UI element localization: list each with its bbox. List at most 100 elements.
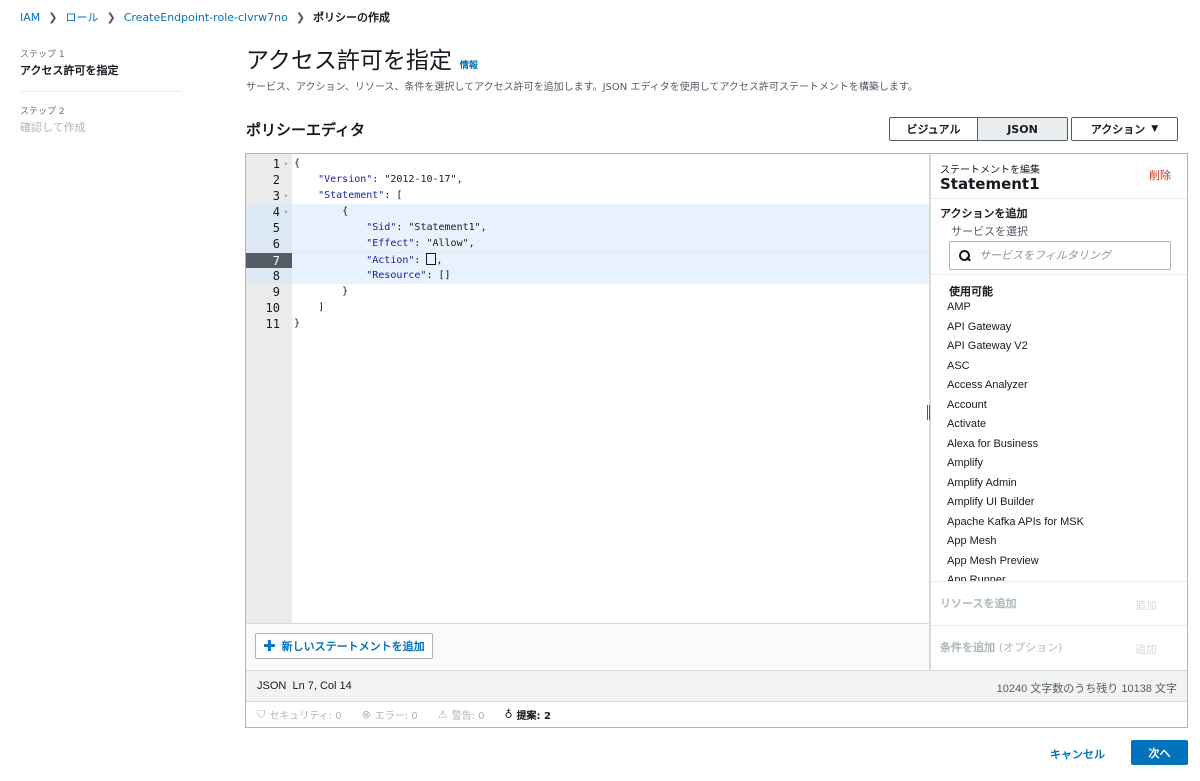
warning-icon: ⚠: [437, 708, 448, 721]
next-button[interactable]: 次へ: [1131, 740, 1188, 765]
service-item[interactable]: App Mesh Preview: [947, 552, 1182, 572]
add-condition-heading: 条件を追加 (オプション): [940, 639, 1062, 655]
service-item[interactable]: Amplify UI Builder: [947, 493, 1182, 513]
breadcrumb-current: ポリシーの作成: [313, 11, 391, 24]
info-link[interactable]: 情報: [460, 58, 478, 71]
service-item[interactable]: Access Analyzer: [947, 376, 1182, 396]
add-statement-bar: ✚ 新しいステートメントを追加: [246, 623, 929, 670]
editor-status-bar: JSON Ln 7, Col 14 10240 文字数のうち残り 10138 文…: [246, 670, 1187, 701]
chevron-right-icon: ❯: [48, 10, 58, 24]
delete-statement-link[interactable]: 削除: [1149, 167, 1171, 183]
text-cursor: [426, 253, 437, 265]
service-item[interactable]: Activate: [947, 415, 1182, 435]
add-condition-label: 条件を追加: [940, 641, 995, 654]
cursor-position: JSON Ln 7, Col 14: [257, 680, 352, 692]
code-line[interactable]: 3 ▾ "Statement": [: [246, 188, 929, 204]
error-count[interactable]: ⊗ エラー: 0: [362, 707, 418, 722]
service-filter-input[interactable]: [979, 249, 1159, 262]
code-text: "Action": ,: [294, 253, 929, 269]
divider: [931, 581, 1187, 582]
service-item[interactable]: App Mesh: [947, 532, 1182, 552]
visual-mode-button[interactable]: ビジュアル: [889, 117, 978, 141]
line-number: 10: [265, 301, 280, 315]
code-line[interactable]: 8 "Resource": []: [246, 268, 929, 284]
edit-statement-label: ステートメントを編集: [940, 165, 1040, 176]
code-line[interactable]: 11 }: [246, 316, 929, 332]
policy-editor: 1 ▾ { 2 "Version": "2012-10-17", 3 ▾ "Stat…: [245, 153, 1188, 728]
cancel-button[interactable]: キャンセル: [1050, 746, 1105, 762]
code-line[interactable]: 10 ]: [246, 300, 929, 316]
code-text: "Version": "2012-10-17",: [318, 174, 463, 185]
security-count[interactable]: ⛉ セキュリティ: 0: [257, 707, 342, 723]
line-number: 6: [246, 236, 292, 252]
line-number: 4 ▾: [246, 204, 292, 220]
breadcrumb-iam[interactable]: IAM: [20, 11, 40, 24]
code-line[interactable]: 1 ▾ {: [246, 156, 929, 172]
plus-icon: ✚: [263, 637, 276, 655]
chevron-right-icon: ❯: [295, 10, 306, 24]
code-text: }: [342, 286, 349, 297]
code-line[interactable]: 5 "Sid": "Statement1",: [246, 220, 929, 236]
service-filter-field[interactable]: [949, 241, 1171, 270]
editor-mode: JSON: [257, 680, 287, 692]
step-divider: [20, 91, 182, 92]
available-heading: 使用可能: [949, 285, 993, 298]
breadcrumb-role-name[interactable]: CreateEndpoint-role-clvrw7no: [124, 11, 288, 24]
code-text: {: [342, 206, 349, 217]
service-item[interactable]: API Gateway V2: [947, 337, 1182, 357]
shield-icon: ⛉: [257, 707, 266, 721]
editor-mode-toggle: ビジュアル JSON: [889, 117, 1068, 141]
add-resource-heading: リソースを追加: [940, 597, 1017, 610]
service-item[interactable]: Account: [947, 396, 1182, 416]
add-resource-button[interactable]: 追加: [1135, 597, 1157, 613]
add-condition-button[interactable]: 追加: [1135, 641, 1157, 657]
line-number: 11: [265, 317, 280, 331]
add-statement-button[interactable]: ✚ 新しいステートメントを追加: [255, 633, 433, 659]
service-item[interactable]: ASC: [947, 357, 1182, 377]
character-count: 10240 文字数のうち残り 10138 文字: [996, 683, 1177, 695]
actions-label: アクション: [1090, 123, 1146, 136]
line-number: 7: [246, 253, 292, 269]
code-line[interactable]: 6 "Effect": "Allow",: [246, 236, 929, 252]
search-icon: [959, 250, 970, 261]
line-number: 3 ▾: [272, 189, 288, 203]
policy-editor-title: ポリシーエディタ: [246, 121, 365, 139]
code-line[interactable]: 2 "Version": "2012-10-17",: [246, 172, 929, 188]
service-item[interactable]: App Runner: [947, 571, 1182, 581]
breadcrumb: IAM ❯ ロール ❯ CreateEndpoint-role-clvrw7no…: [20, 9, 390, 25]
resize-handle-icon[interactable]: [927, 405, 930, 420]
service-list[interactable]: AMP API Gateway API Gateway V2 ASC Acces…: [947, 298, 1182, 581]
service-item[interactable]: Alexa for Business: [947, 435, 1182, 455]
code-text: ]: [318, 302, 325, 313]
fold-arrow-icon: ▾: [283, 192, 288, 200]
service-item[interactable]: API Gateway: [947, 318, 1182, 338]
service-item[interactable]: Amplify Admin: [947, 474, 1182, 494]
lightbulb-icon: ♁: [504, 708, 513, 721]
code-line[interactable]: 4 ▾ {: [246, 204, 929, 220]
code-text: "Statement": [: [318, 190, 403, 201]
chevron-right-icon: ❯: [106, 10, 116, 24]
suggestion-count[interactable]: ♁ 提案: 2: [505, 707, 552, 722]
service-item[interactable]: Amplify: [947, 454, 1182, 474]
divider: [931, 625, 1187, 626]
line-col: Ln 7, Col 14: [292, 680, 352, 692]
breadcrumb-roles[interactable]: ロール: [65, 9, 98, 25]
code-line[interactable]: 9 }: [246, 284, 929, 300]
page-description: サービス、アクション、リソース、条件を選択してアクセス許可を追加します。JSON…: [246, 82, 918, 93]
code-text: "Sid": "Statement1",: [366, 222, 487, 233]
service-item[interactable]: Apache Kafka APIs for MSK: [947, 513, 1182, 533]
page-title-text: アクセス許可を指定: [246, 48, 452, 74]
divider: [931, 274, 1187, 275]
json-mode-button[interactable]: JSON: [978, 117, 1068, 141]
code-line-active[interactable]: 7 "Action": ,: [246, 252, 929, 269]
step-1-label: ステップ 1: [20, 50, 65, 60]
line-number: 1 ▾: [272, 157, 288, 171]
warning-count[interactable]: ⚠ 警告: 0: [438, 707, 485, 722]
actions-dropdown-button[interactable]: アクション ▼: [1071, 117, 1178, 141]
json-code-editor[interactable]: 1 ▾ { 2 "Version": "2012-10-17", 3 ▾ "Stat…: [246, 154, 929, 623]
service-item[interactable]: AMP: [947, 298, 1182, 318]
wizard-steps: ステップ 1 アクセス許可を指定 ステップ 2 確認して作成: [20, 47, 182, 135]
divider: [931, 198, 1187, 199]
optional-label: (オプション): [998, 641, 1063, 654]
code-text: "Effect": "Allow",: [366, 238, 475, 249]
